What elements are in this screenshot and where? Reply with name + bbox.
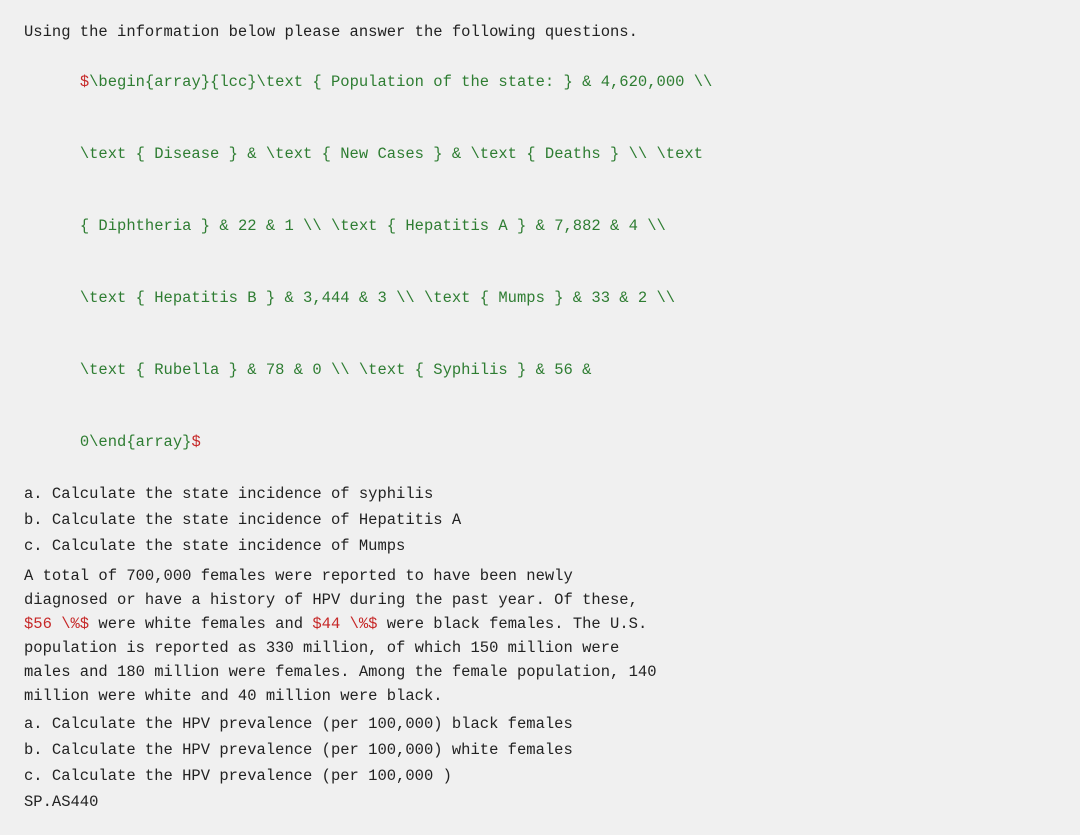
math-line-3: { Diphtheria } & 22 & 1 \\ \text { Hepat… [24, 190, 1056, 262]
para-line-2: diagnosed or have a history of HPV durin… [24, 591, 638, 609]
question-1a: a. Calculate the state incidence of syph… [24, 482, 1056, 506]
dollar-sign-2: $ [191, 433, 200, 451]
math-line-5: \text { Rubella } & 78 & 0 \\ \text { Sy… [24, 334, 1056, 406]
question-2a: a. Calculate the HPV prevalence (per 100… [24, 712, 1056, 736]
inline-math-1: $56 \%$ [24, 615, 89, 633]
math-content-3: { Diphtheria } & 22 & 1 \\ \text { Hepat… [80, 217, 666, 235]
math-content-4: \text { Hepatitis B } & 3,444 & 3 \\ \te… [80, 289, 675, 307]
para-line-1: A total of 700,000 females were reported… [24, 567, 573, 585]
math-line-1: $\begin{array}{lcc}\text { Population of… [24, 46, 1056, 118]
course-code: SP.AS440 [24, 790, 1056, 814]
intro-line: Using the information below please answe… [24, 20, 1056, 44]
question-2b: b. Calculate the HPV prevalence (per 100… [24, 738, 1056, 762]
math-content-2: \text { Disease } & \text { New Cases } … [80, 145, 703, 163]
para-line-4: population is reported as 330 million, o… [24, 639, 619, 657]
para-line-6: million were white and 40 million were b… [24, 687, 443, 705]
para-end-1: were black females. The U.S. [378, 615, 648, 633]
math-line-2: \text { Disease } & \text { New Cases } … [24, 118, 1056, 190]
math-line-6: 0\end{array}$ [24, 406, 1056, 478]
question-2c: c. Calculate the HPV prevalence (per 100… [24, 764, 1056, 788]
inline-math-2: $44 \%$ [312, 615, 377, 633]
main-container: Using the information below please answe… [0, 0, 1080, 835]
math-content-5: \text { Rubella } & 78 & 0 \\ \text { Sy… [80, 361, 592, 379]
math-line-4: \text { Hepatitis B } & 3,444 & 3 \\ \te… [24, 262, 1056, 334]
math-block: $\begin{array}{lcc}\text { Population of… [24, 46, 1056, 478]
para-mid-1: were white females and [89, 615, 312, 633]
paragraph-1: A total of 700,000 females were reported… [24, 564, 1056, 708]
para-line-5: males and 180 million were females. Amon… [24, 663, 657, 681]
dollar-sign-1: $ [80, 73, 89, 91]
math-content-6: 0\end{array} [80, 433, 192, 451]
math-content-1: \begin{array}{lcc}\text { Population of … [89, 73, 712, 91]
questions-section-1: a. Calculate the state incidence of syph… [24, 482, 1056, 558]
question-1c: c. Calculate the state incidence of Mump… [24, 534, 1056, 558]
question-1b: b. Calculate the state incidence of Hepa… [24, 508, 1056, 532]
questions-section-2: a. Calculate the HPV prevalence (per 100… [24, 712, 1056, 814]
